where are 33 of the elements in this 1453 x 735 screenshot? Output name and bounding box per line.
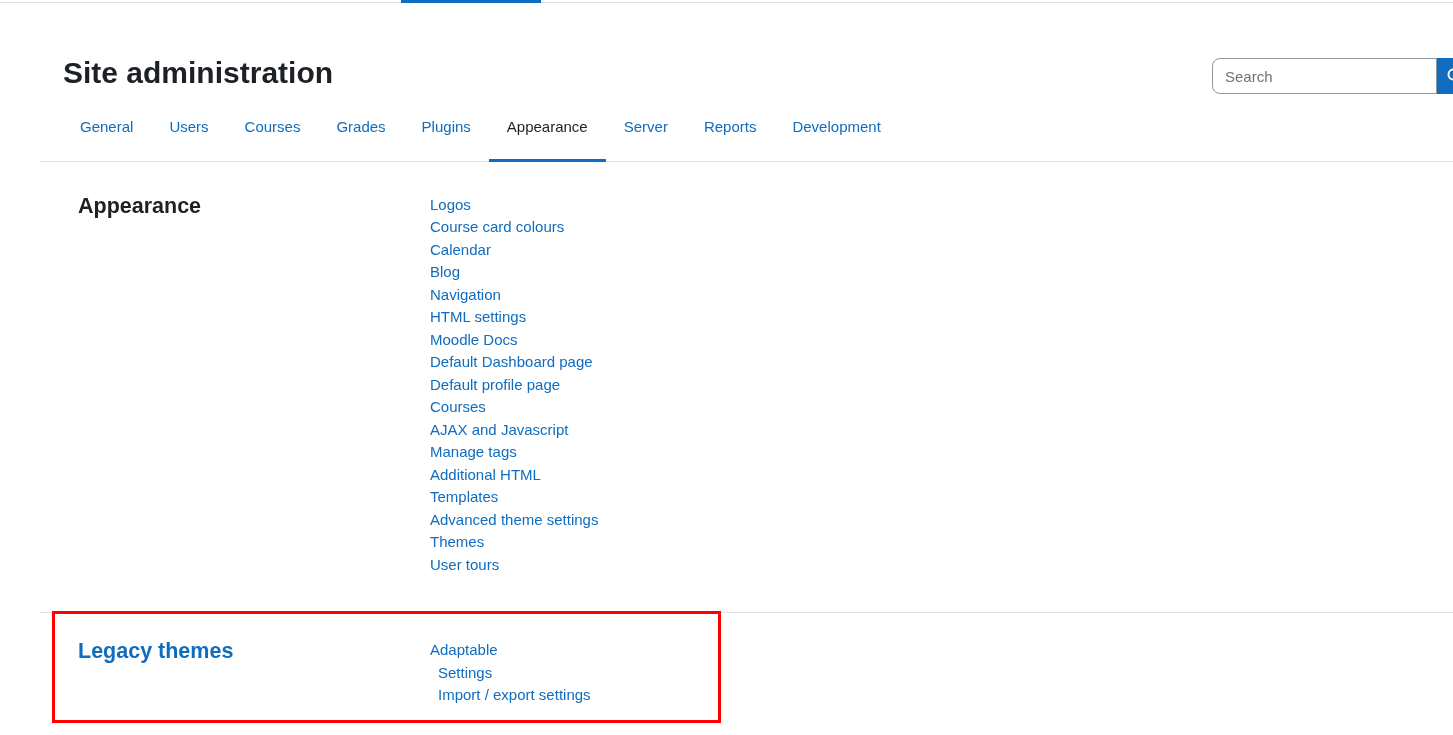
nav-tab[interactable]: Reports	[685, 108, 775, 162]
settings-link[interactable]: Calendar	[430, 238, 491, 261]
nav-tab[interactable]: Grades	[318, 108, 404, 162]
settings-link[interactable]: Manage tags	[430, 441, 517, 464]
settings-link[interactable]: Logos	[430, 193, 471, 216]
settings-link[interactable]: Templates	[430, 486, 499, 509]
page-title: Site administration	[63, 55, 334, 91]
settings-link[interactable]: HTML settings	[430, 306, 527, 329]
settings-link[interactable]: Moodle Docs	[430, 328, 518, 351]
nav-tab[interactable]: General	[62, 108, 152, 162]
settings-link[interactable]: Default Dashboard page	[430, 351, 593, 374]
nav-tab[interactable]: Server	[605, 108, 686, 162]
section-title-link[interactable]: Legacy themes	[78, 639, 234, 663]
settings-link[interactable]: Settings	[438, 661, 493, 684]
settings-link[interactable]: Themes	[430, 531, 485, 554]
nav-tab[interactable]: Plugins	[403, 108, 489, 162]
settings-link[interactable]: AJAX and Javascript	[430, 418, 569, 441]
settings-link[interactable]: Import / export settings	[438, 684, 591, 707]
settings-link[interactable]: Courses	[430, 396, 486, 419]
settings-link[interactable]: Navigation	[430, 283, 501, 306]
nav-tab[interactable]: Appearance	[488, 108, 606, 162]
settings-link[interactable]: Additional HTML	[430, 463, 541, 486]
settings-link[interactable]: Adaptable	[430, 639, 498, 662]
section-title: Appearance	[78, 193, 202, 218]
settings-link[interactable]: Default profile page	[430, 373, 561, 396]
nav-tab[interactable]: Courses	[226, 108, 319, 162]
settings-link[interactable]: Course card colours	[430, 216, 565, 239]
settings-link[interactable]: Advanced theme settings	[430, 508, 599, 531]
nav-tab[interactable]: Users	[151, 108, 227, 162]
nav-tab[interactable]: Development	[774, 108, 899, 162]
settings-link[interactable]: User tours	[430, 553, 500, 576]
settings-link[interactable]: Blog	[430, 261, 461, 284]
search-field[interactable]: Search	[1212, 58, 1437, 94]
